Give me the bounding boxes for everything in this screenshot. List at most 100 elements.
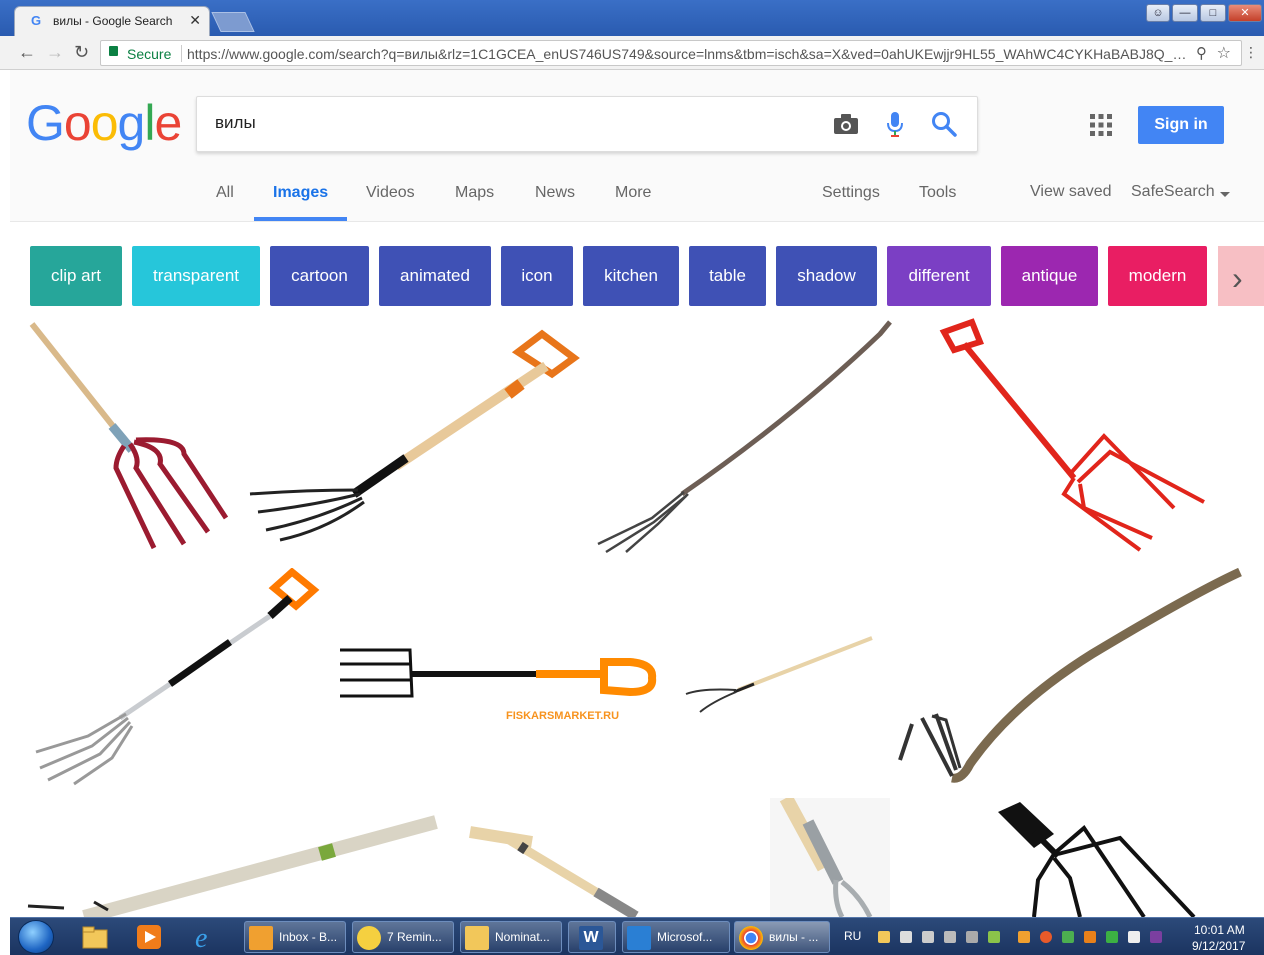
google-logo[interactable]: Google — [26, 94, 182, 152]
chip-cartoon[interactable]: cartoon — [270, 246, 369, 306]
minimize-icon[interactable]: — — [1172, 4, 1198, 22]
search-icon[interactable] — [931, 111, 957, 137]
chip-icon[interactable]: icon — [501, 246, 573, 306]
taskbar-item-nomination[interactable]: Nominat... — [460, 921, 562, 953]
tray-shield-icon[interactable] — [878, 931, 890, 943]
tab-videos[interactable]: Videos — [366, 184, 415, 202]
chip-animated[interactable]: animated — [379, 246, 491, 306]
image-result-9[interactable] — [24, 798, 438, 917]
mail-envelope-icon — [465, 926, 489, 950]
back-arrow-icon[interactable]: ← — [18, 42, 36, 63]
lock-icon — [109, 46, 118, 56]
chip-transparent[interactable]: transparent — [132, 246, 260, 306]
url-text[interactable]: https://www.google.com/search?q=вилы&rlz… — [187, 46, 1187, 62]
image-result-7[interactable] — [682, 630, 876, 726]
zoom-icon[interactable]: ⚲ — [1196, 44, 1207, 62]
browser-menu-icon[interactable]: ⋮ — [1244, 44, 1258, 61]
clock-time[interactable]: 10:01 AM — [1194, 923, 1245, 937]
image-result-10[interactable] — [466, 812, 646, 917]
window-close-icon[interactable]: ✕ — [1228, 4, 1262, 22]
image-result-12[interactable] — [994, 798, 1244, 917]
taskbar-item-label: 7 Remin... — [387, 930, 442, 944]
chip-shadow[interactable]: shadow — [776, 246, 877, 306]
tray-outlook-icon[interactable] — [1018, 931, 1030, 943]
tray-box-icon[interactable] — [1084, 931, 1096, 943]
microphone-icon[interactable] — [885, 111, 905, 139]
lync-icon — [627, 926, 651, 950]
browser-tab[interactable]: G вилы - Google Search ✕ — [14, 6, 210, 36]
google-header: Google Sign in All Images Videos Maps Ne… — [10, 70, 1264, 222]
tray-app-icon[interactable] — [1062, 931, 1074, 943]
image-result-5[interactable] — [30, 568, 326, 788]
tab-all[interactable]: All — [216, 184, 234, 202]
onenote-icon[interactable] — [1150, 931, 1162, 943]
image-result-2[interactable] — [246, 326, 580, 542]
tab-more[interactable]: More — [615, 184, 651, 202]
image-result-3[interactable] — [592, 318, 894, 554]
tab-images[interactable]: Images — [273, 184, 328, 202]
language-indicator[interactable]: RU — [844, 929, 861, 943]
image-result-1[interactable] — [24, 318, 234, 554]
taskbar-item-label: Inbox - B... — [279, 930, 338, 944]
tray-pen-icon[interactable] — [944, 931, 956, 943]
new-tab-button[interactable] — [211, 12, 255, 32]
taskbar-item-microsoft[interactable]: Microsof... — [622, 921, 730, 953]
media-player-icon[interactable] — [134, 922, 164, 952]
reload-icon[interactable]: ↻ — [74, 42, 89, 63]
chip-kitchen[interactable]: kitchen — [583, 246, 679, 306]
tools-link[interactable]: Tools — [919, 184, 956, 202]
chevron-right-icon: › — [1232, 260, 1243, 296]
browser-title-bar: G вилы - Google Search ✕ ☺ — □ ✕ — [0, 0, 1264, 36]
search-input[interactable] — [215, 113, 815, 133]
tray-sync-icon[interactable] — [988, 931, 1000, 943]
taskbar-item-label: Nominat... — [495, 930, 550, 944]
sign-in-button[interactable]: Sign in — [1138, 106, 1224, 144]
view-saved-link[interactable]: View saved — [1030, 183, 1112, 201]
tray-volume-icon[interactable] — [922, 931, 934, 943]
tab-title: вилы - Google Search — [53, 14, 173, 28]
chip-different[interactable]: different — [887, 246, 991, 306]
bookmark-star-icon[interactable]: ☆ — [1217, 43, 1231, 63]
file-explorer-icon[interactable] — [80, 922, 110, 952]
tray-network-icon[interactable] — [900, 931, 912, 943]
apps-grid-icon[interactable] — [1090, 114, 1112, 136]
windows-taskbar: e Inbox - B... 7 Remin... Nominat... W M… — [10, 917, 1264, 955]
start-button[interactable] — [18, 920, 54, 954]
tray-alert-icon[interactable] — [1040, 931, 1052, 943]
forward-arrow-icon[interactable]: → — [46, 42, 64, 63]
internet-explorer-icon[interactable]: e — [192, 922, 222, 952]
taskbar-item-reminders[interactable]: 7 Remin... — [352, 921, 454, 953]
tab-maps[interactable]: Maps — [455, 184, 494, 202]
maximize-icon[interactable]: □ — [1200, 4, 1226, 22]
user-profile-icon[interactable]: ☺ — [1146, 4, 1170, 22]
chip-modern[interactable]: modern — [1108, 246, 1207, 306]
tray-arrow-icon[interactable] — [1106, 931, 1118, 943]
image-result-6[interactable]: FISKARSMARKET.RU — [336, 568, 666, 788]
tab-close-icon[interactable]: ✕ — [189, 12, 201, 29]
taskbar-item-word[interactable]: W — [568, 921, 616, 953]
taskbar-item-chrome[interactable]: вилы - ... — [734, 921, 830, 953]
clock-date[interactable]: 9/12/2017 — [1192, 939, 1245, 953]
chips-next-button[interactable]: › — [1218, 228, 1264, 312]
image-result-8[interactable] — [892, 564, 1244, 788]
image-result-4[interactable] — [934, 318, 1210, 554]
settings-link[interactable]: Settings — [822, 184, 880, 202]
chrome-icon — [739, 926, 763, 950]
chip-clip-art[interactable]: clip art — [30, 246, 122, 306]
taskbar-item-outlook[interactable]: Inbox - B... — [244, 921, 346, 953]
taskbar-item-label: вилы - ... — [769, 930, 819, 944]
chip-table[interactable]: table — [689, 246, 766, 306]
address-bar[interactable]: Secure https://www.google.com/search?q=в… — [100, 40, 1242, 66]
safesearch-dropdown[interactable]: SafeSearch — [1131, 183, 1215, 201]
outlook-icon — [249, 926, 273, 950]
search-box — [196, 96, 978, 152]
image-watermark: FISKARSMARKET.RU — [506, 710, 620, 722]
active-tab-indicator — [254, 217, 347, 221]
camera-icon[interactable] — [833, 113, 859, 135]
tray-display-icon[interactable] — [1128, 931, 1140, 943]
tab-news[interactable]: News — [535, 184, 575, 202]
chip-antique[interactable]: antique — [1001, 246, 1098, 306]
tray-signal-icon[interactable] — [966, 931, 978, 943]
image-result-11[interactable] — [770, 798, 890, 917]
reminder-bell-icon — [357, 926, 381, 950]
